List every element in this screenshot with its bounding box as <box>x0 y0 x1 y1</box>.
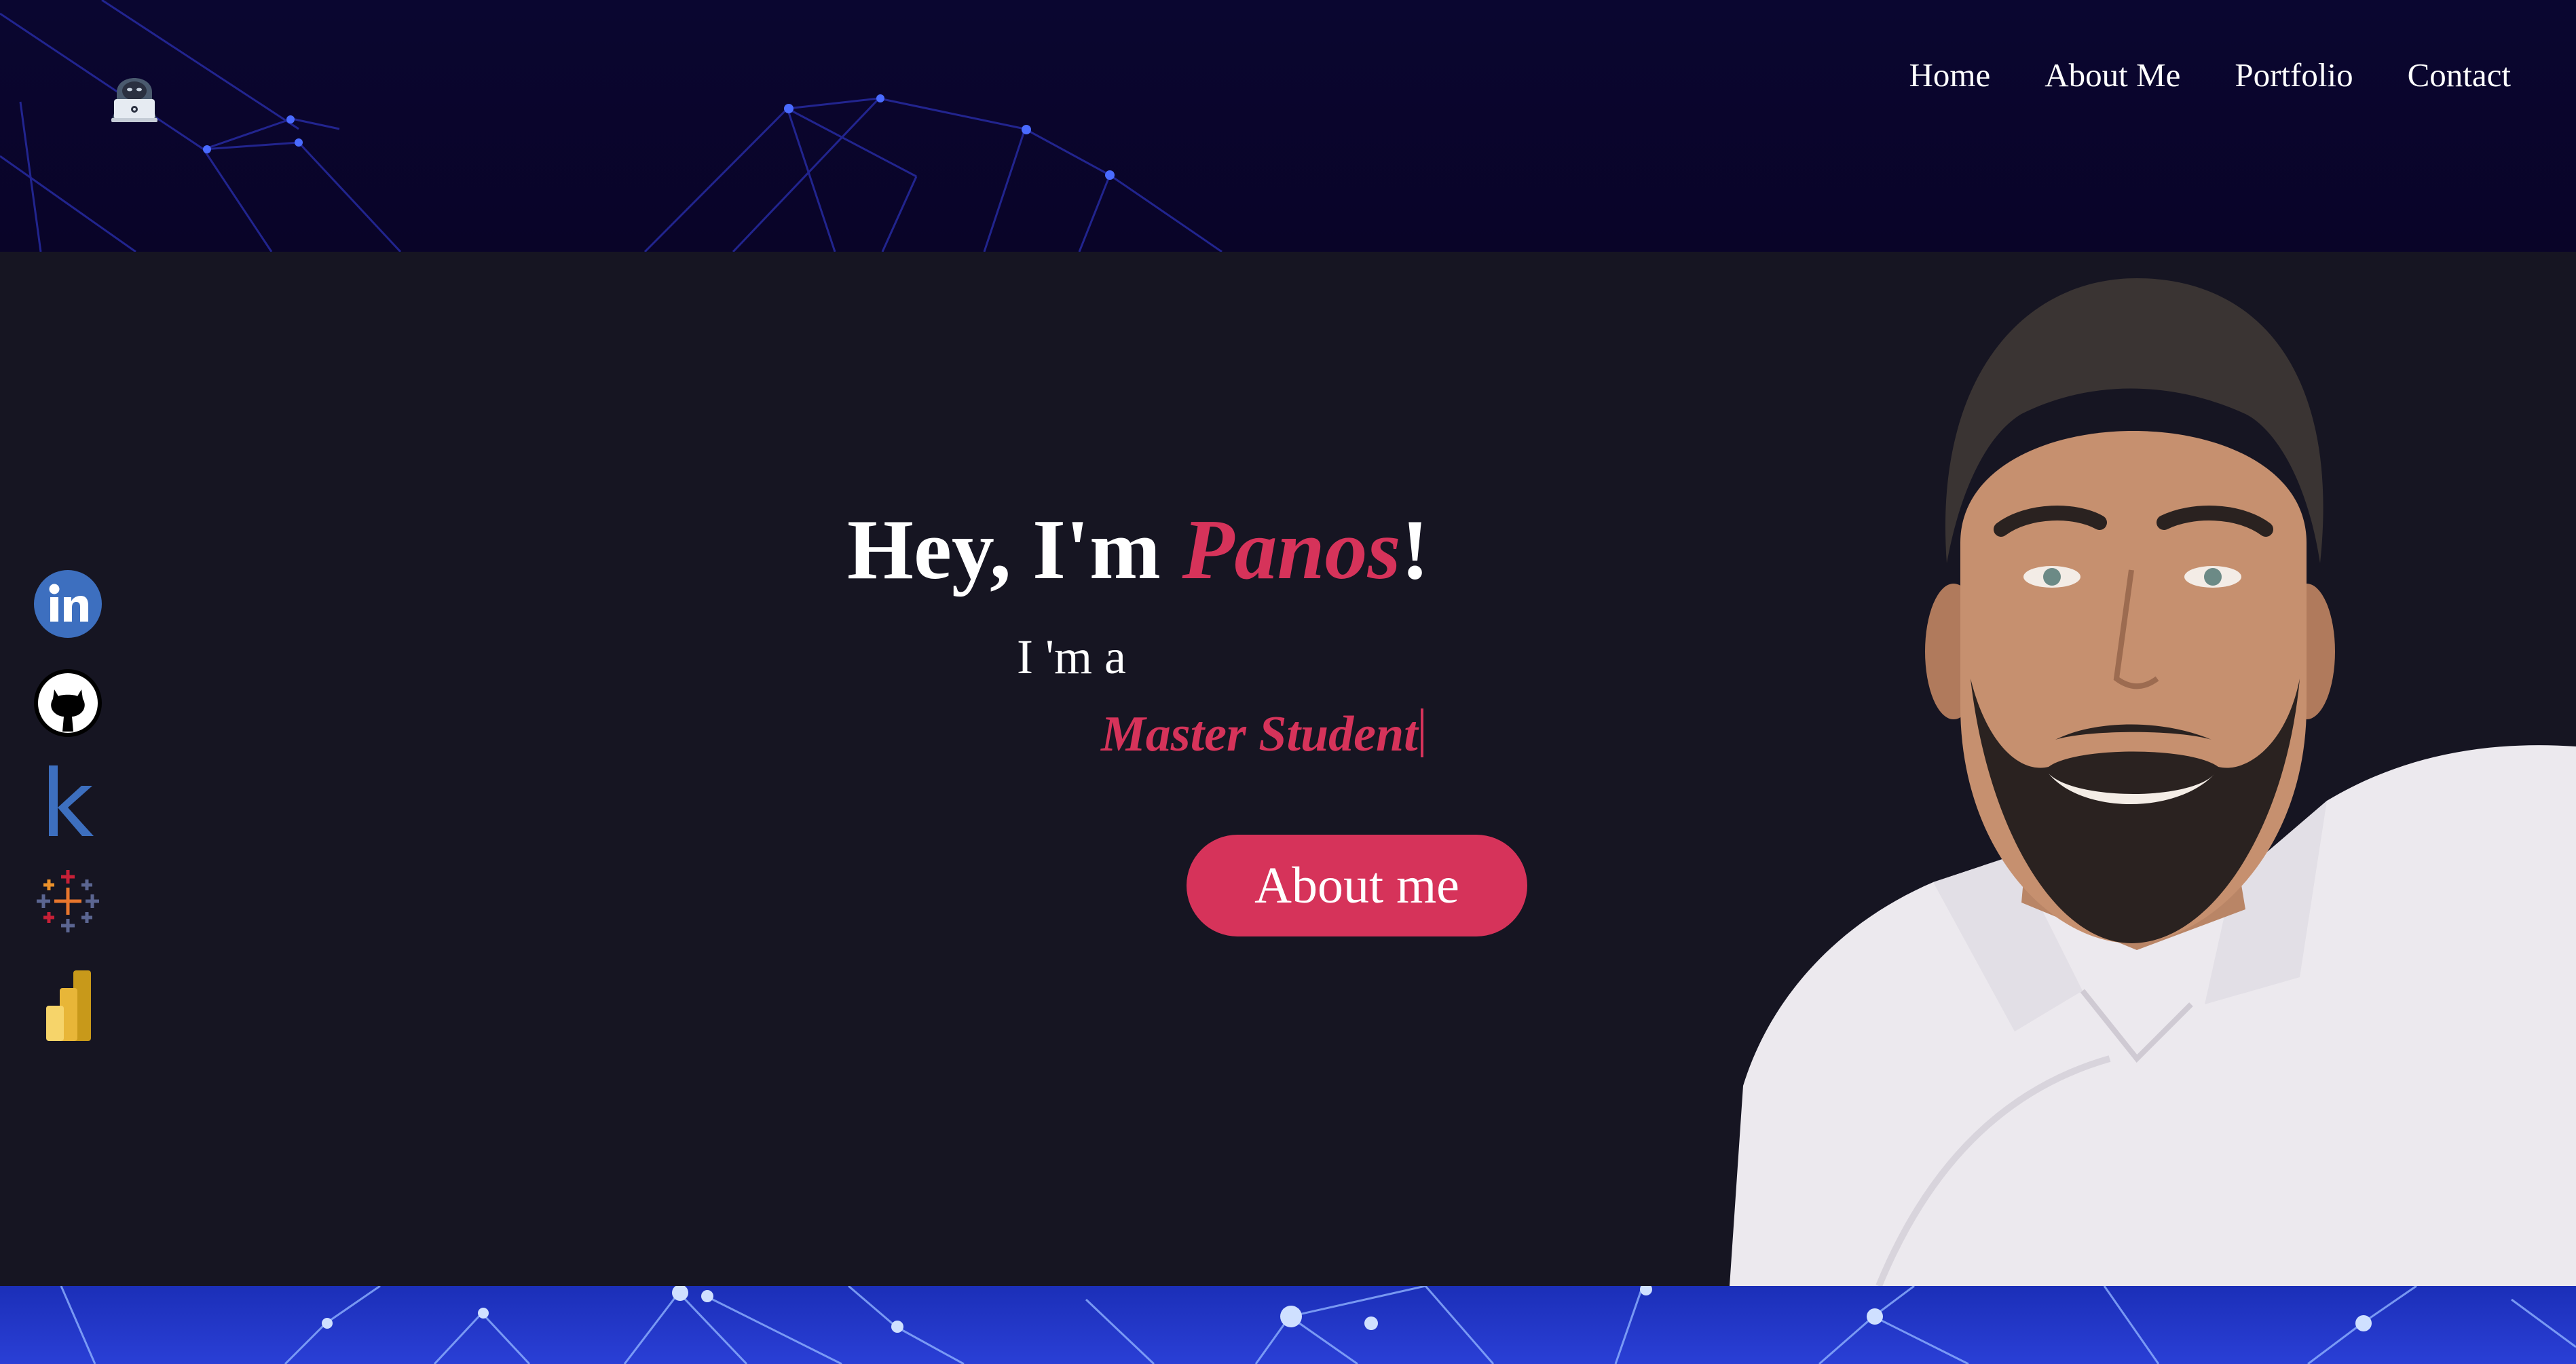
hero-name: Panos <box>1182 503 1401 597</box>
github-link[interactable] <box>33 668 103 738</box>
greeting-prefix: Hey, I'm <box>847 503 1182 597</box>
greeting-suffix: ! <box>1400 503 1430 597</box>
nav-contact[interactable]: Contact <box>2408 56 2511 94</box>
hero-headline: Hey, I'm Panos! <box>847 508 1430 593</box>
bottom-banner <box>0 1286 2576 1364</box>
hero-role-wrapper: Master Student <box>1101 708 1423 759</box>
nav-about-me[interactable]: About Me <box>2045 56 2180 94</box>
tableau-icon <box>37 870 99 932</box>
hacker-logo-icon <box>111 78 157 122</box>
github-icon <box>34 669 102 737</box>
powerbi-link[interactable] <box>33 970 103 1041</box>
kaggle-icon <box>49 765 94 836</box>
kaggle-link[interactable] <box>33 765 103 836</box>
profile-photo <box>1730 271 2576 1287</box>
network-background-bottom <box>60 1286 2576 1364</box>
portrait-image <box>1730 278 2576 1287</box>
logo[interactable] <box>102 60 167 125</box>
typing-cursor <box>1420 708 1423 757</box>
about-me-button[interactable]: About me <box>1187 835 1527 936</box>
tableau-link[interactable] <box>33 866 103 936</box>
linkedin-icon <box>34 570 102 638</box>
main-nav: Home About Me Portfolio Contact <box>1909 56 2511 94</box>
network-background <box>0 0 1222 252</box>
top-banner: Home About Me Portfolio Contact <box>0 0 2576 252</box>
hero-role: Master Student <box>1101 706 1418 762</box>
nav-portfolio[interactable]: Portfolio <box>2235 56 2353 94</box>
hero-intro: I 'm a <box>1017 630 1126 684</box>
powerbi-icon <box>46 970 91 1041</box>
linkedin-link[interactable] <box>33 569 103 639</box>
nav-home[interactable]: Home <box>1909 56 1991 94</box>
